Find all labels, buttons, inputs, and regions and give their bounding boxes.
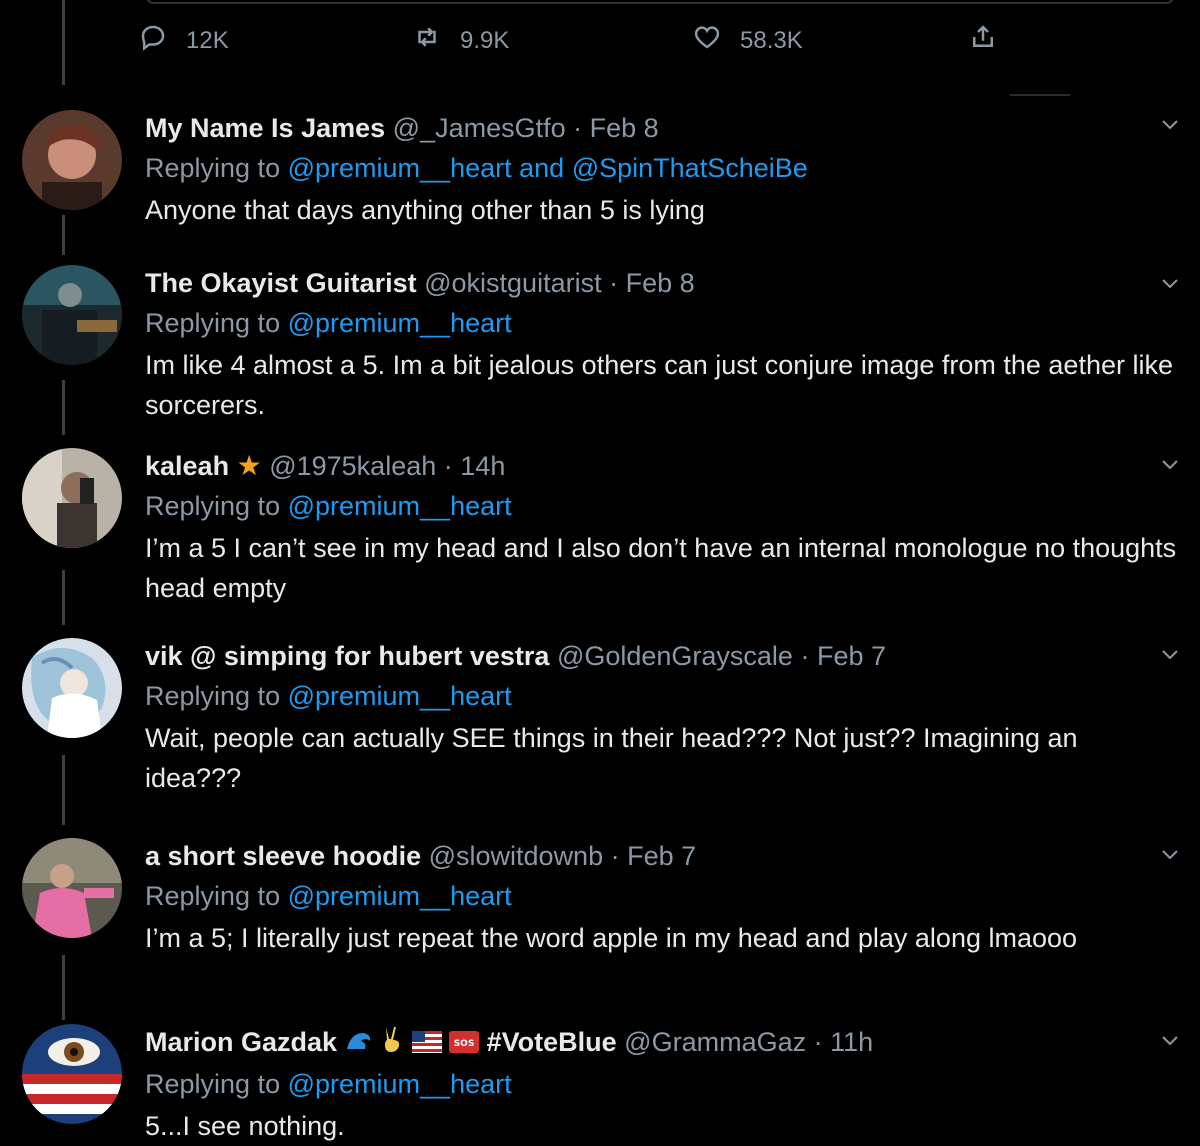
replying-to-line: Replying to @premium__heart <box>145 484 1180 528</box>
mention-link[interactable]: @premium__heart <box>288 153 512 183</box>
more-options-button[interactable] <box>1158 452 1182 476</box>
mention-link[interactable]: @premium__heart <box>288 491 512 521</box>
mention-link[interactable]: @premium__heart <box>288 1069 512 1099</box>
chevron-down-icon <box>1158 1036 1182 1056</box>
chevron-down-icon <box>1158 460 1182 480</box>
heart-icon <box>692 22 722 59</box>
timestamp[interactable]: 11h <box>830 1027 873 1057</box>
timestamp[interactable]: 14h <box>460 451 505 481</box>
retweet-icon <box>412 22 442 59</box>
share-action[interactable] <box>968 22 998 59</box>
tweet-text: 5...I see nothing. <box>145 1111 345 1142</box>
wave-icon <box>345 1026 373 1062</box>
avatar[interactable] <box>22 448 122 548</box>
chevron-down-icon <box>1158 650 1182 670</box>
replying-label: Replying to <box>145 308 281 338</box>
timestamp[interactable]: Feb 8 <box>626 268 695 298</box>
tweet-action-bar: 12K 9.9K 58.3K <box>0 22 1200 68</box>
replying-label: Replying to <box>145 1069 281 1100</box>
replying-to-line: Replying to @premium__heart <box>145 674 1180 718</box>
avatar[interactable] <box>22 1024 122 1124</box>
share-icon <box>968 22 998 59</box>
chevron-down-icon <box>1158 850 1182 870</box>
display-name[interactable]: My Name Is James <box>145 113 385 143</box>
avatar[interactable] <box>22 838 122 938</box>
svg-text:SOS: SOS <box>454 1039 475 1049</box>
mention-link[interactable]: @premium__heart <box>288 681 512 711</box>
display-name[interactable]: The Okayist Guitarist <box>145 268 417 298</box>
more-options-button[interactable] <box>1158 642 1182 666</box>
more-options-button[interactable] <box>1158 112 1182 136</box>
reply-count: 12K <box>186 26 229 54</box>
separator-dot: · <box>813 1027 823 1057</box>
user-handle[interactable]: @slowitdownb <box>429 841 604 871</box>
avatar[interactable] <box>22 638 122 738</box>
replying-label: Replying to <box>145 681 281 711</box>
peace-hand-icon <box>380 1025 404 1062</box>
user-handle[interactable]: @GoldenGrayscale <box>557 641 793 671</box>
tweet-text: I’m a 5; I literally just repeat the wor… <box>145 923 1078 953</box>
user-handle[interactable]: @1975kaleah <box>269 451 436 481</box>
tweet-text: Anyone that days anything other than 5 i… <box>145 195 705 225</box>
star-icon: ★ <box>236 450 262 481</box>
thread-line <box>62 215 65 255</box>
us-flag-icon <box>411 1026 442 1062</box>
mention-conjunction: and <box>519 153 565 183</box>
retweet-count: 9.9K <box>460 26 510 54</box>
replying-label: Replying to <box>145 491 281 521</box>
chevron-down-icon <box>1158 279 1182 299</box>
retweet-action[interactable]: 9.9K <box>412 22 509 59</box>
sos-icon: SOS <box>449 1026 480 1062</box>
user-handle[interactable]: @_JamesGtfo <box>393 113 566 143</box>
separator-dot: · <box>443 451 453 481</box>
replying-to-line: Replying to @premium__heart <box>145 301 1180 345</box>
replying-label: Replying to <box>145 881 281 911</box>
separator-dot: · <box>800 641 810 671</box>
timestamp[interactable]: Feb 7 <box>627 841 696 871</box>
tweet-text: Im like 4 almost a 5. Im a bit jealous o… <box>145 350 1173 420</box>
timestamp[interactable]: Feb 8 <box>590 113 659 143</box>
replying-to-line: Replying to @premium__heart <box>145 1062 1180 1106</box>
tweet-text: I’m a 5 I can’t see in my head and I als… <box>145 533 1177 603</box>
separator-dot: · <box>610 841 620 871</box>
thread-line <box>62 570 65 625</box>
avatar[interactable] <box>22 110 122 210</box>
display-name[interactable]: a short sleeve hoodie <box>145 841 421 871</box>
display-name[interactable]: Marion Gazdak <box>145 1027 337 1057</box>
more-options-button[interactable] <box>1158 842 1182 866</box>
separator-dot: · <box>609 268 619 298</box>
display-name[interactable]: kaleah <box>145 451 229 481</box>
thread-line <box>62 380 65 435</box>
display-name-hashtag[interactable]: #VoteBlue <box>487 1027 617 1057</box>
replying-to-line: Replying to @premium__heart <box>145 874 1180 918</box>
divider <box>1010 94 1070 96</box>
like-action[interactable]: 58.3K <box>692 22 803 59</box>
replying-label: Replying to <box>145 153 281 183</box>
thread-line <box>62 955 65 1020</box>
separator-dot: · <box>573 113 583 143</box>
avatar[interactable] <box>22 265 122 365</box>
mention-link[interactable]: @SpinThatScheiBe <box>572 153 808 183</box>
more-options-button[interactable] <box>1158 271 1182 295</box>
user-handle[interactable]: @GrammaGaz <box>624 1027 806 1057</box>
display-name[interactable]: vik @ simping for hubert vestra <box>145 641 549 671</box>
reply-icon <box>138 22 168 59</box>
mention-link[interactable]: @premium__heart <box>288 308 512 338</box>
thread-line <box>62 755 65 825</box>
timestamp[interactable]: Feb 7 <box>817 641 886 671</box>
quoted-tweet-card-edge <box>145 0 1175 4</box>
mention-link[interactable]: @premium__heart <box>288 881 512 911</box>
user-handle[interactable]: @okistguitarist <box>424 268 601 298</box>
tweet-text: Wait, people can actually SEE things in … <box>145 723 1078 793</box>
chevron-down-icon <box>1158 120 1182 140</box>
more-options-button[interactable] <box>1158 1028 1182 1052</box>
reply-action[interactable]: 12K <box>138 22 229 59</box>
replying-to-line: Replying to @premium__heart and @SpinTha… <box>145 146 1180 190</box>
like-count: 58.3K <box>740 26 803 54</box>
